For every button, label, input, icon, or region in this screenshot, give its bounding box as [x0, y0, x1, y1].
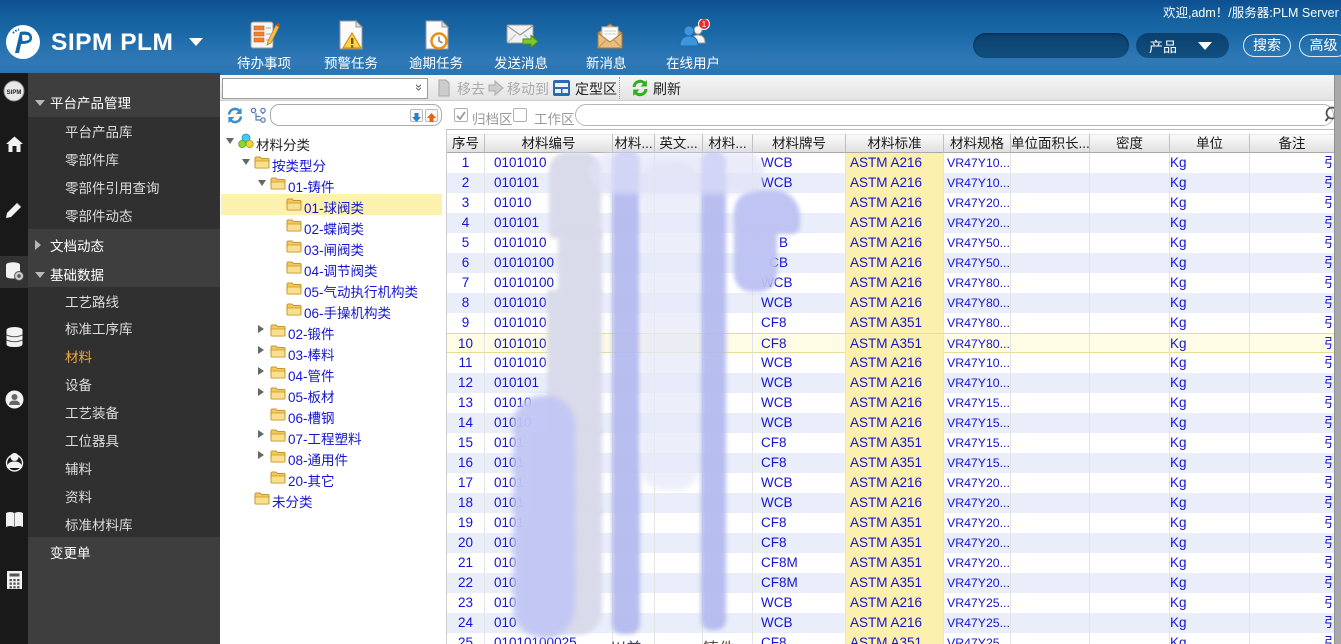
- svg-text:1: 1: [702, 20, 707, 29]
- svg-text:SIPM: SIPM: [7, 90, 22, 96]
